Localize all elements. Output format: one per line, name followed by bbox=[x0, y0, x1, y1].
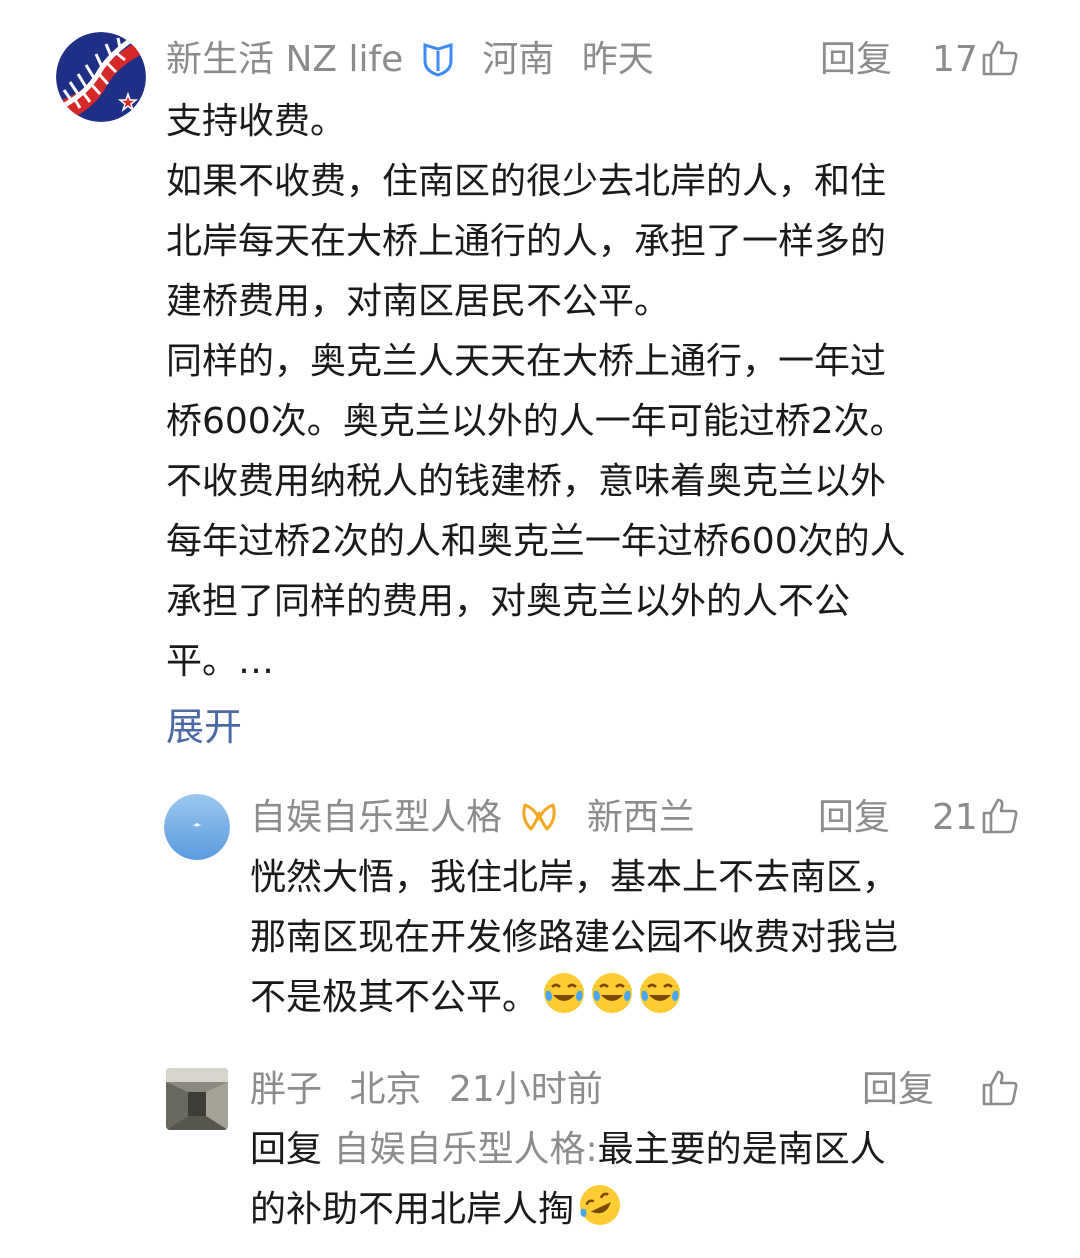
reply-body: 回复 自娱自乐型人格:最主要的是南区人 的补助不用北岸人掏 bbox=[250, 1120, 1050, 1240]
thumbs-up-icon bbox=[982, 1070, 1018, 1106]
reply-header: 胖子 北京 21小时前 bbox=[250, 1068, 603, 1112]
sky-bird-avatar-image bbox=[164, 794, 230, 860]
comment-body: 支持收费。 如果不收费，住南区的很少去北岸的人，和住 北岸每天在大桥上通行的人，… bbox=[166, 92, 1046, 692]
nz-flag-avatar-image bbox=[56, 32, 146, 122]
location: 河南 bbox=[482, 39, 555, 80]
reply-button[interactable]: 回复 bbox=[862, 1068, 934, 1112]
location: 新西兰 bbox=[586, 797, 695, 838]
like-count: 21 bbox=[932, 797, 978, 838]
thumbs-up-icon bbox=[982, 798, 1018, 834]
comment-line: 北岸每天在大桥上通行的人，承担了一样多的 bbox=[166, 221, 887, 262]
reply-header: 自娱自乐型人格 新西兰 bbox=[250, 796, 695, 846]
reply-line-with-emoji: 的补助不用北岸人掏 bbox=[250, 1180, 1050, 1240]
avatar[interactable] bbox=[164, 794, 230, 860]
avatar[interactable] bbox=[166, 1068, 228, 1130]
location: 北京 bbox=[349, 1069, 422, 1110]
like-count: 17 bbox=[932, 39, 978, 80]
like-button[interactable] bbox=[980, 796, 1020, 836]
timestamp: 21小时前 bbox=[448, 1069, 603, 1110]
reply-line: 回复 自娱自乐型人格:最主要的是南区人 bbox=[250, 1120, 1050, 1180]
comment-line: 承担了同样的费用，对奥克兰以外的人不公 bbox=[166, 581, 851, 622]
comment-line: 建桥费用，对南区居民不公平。 bbox=[166, 281, 671, 322]
avatar[interactable] bbox=[56, 32, 146, 122]
thumbs-up-icon bbox=[982, 40, 1018, 76]
rofl-emoji bbox=[578, 1183, 622, 1227]
username[interactable]: 胖子 bbox=[250, 1069, 322, 1110]
comment-line: 不收费用纳税人的钱建桥，意味着奥克兰以外 bbox=[166, 461, 887, 502]
comment-line: 每年过桥2次的人和奥克兰一年过桥600次的人 bbox=[166, 521, 906, 562]
comment-line: 平。… bbox=[166, 641, 275, 682]
expand-link[interactable]: 展开 bbox=[166, 702, 242, 752]
reply-line: 那南区现在开发修路建公园不收费对我岂 bbox=[250, 917, 899, 958]
laugh-cry-emoji bbox=[638, 971, 682, 1015]
reply-button[interactable]: 回复 bbox=[820, 38, 892, 82]
comment-line: 桥600次。奥克兰以外的人一年可能过桥2次。 bbox=[166, 401, 906, 442]
reply-line-text: 不是极其不公平。 bbox=[250, 977, 539, 1018]
comment-line: 如果不收费，住南区的很少去北岸的人，和住 bbox=[166, 161, 887, 202]
verified-shield-icon bbox=[421, 41, 455, 88]
reply-line: 恍然大悟，我住北岸，基本上不去南区， bbox=[250, 857, 899, 898]
laugh-cry-emoji bbox=[542, 971, 586, 1015]
reply-body: 恍然大悟，我住北岸，基本上不去南区， 那南区现在开发修路建公园不收费对我岂 不是… bbox=[250, 848, 1050, 1028]
reply-line-text: 最主要的是南区人 bbox=[597, 1129, 886, 1170]
reply-button[interactable]: 回复 bbox=[818, 796, 890, 840]
comment-line: 支持收费。 bbox=[166, 101, 347, 142]
username[interactable]: 自娱自乐型人格 bbox=[250, 797, 502, 838]
reply-line-with-emoji: 不是极其不公平。 bbox=[250, 968, 1050, 1028]
comment-line: 同样的，奥克兰人天天在大桥上通行，一年过 bbox=[166, 341, 887, 382]
mention-link[interactable]: 自娱自乐型人格: bbox=[333, 1129, 597, 1170]
laugh-cry-emoji bbox=[590, 971, 634, 1015]
like-button[interactable] bbox=[980, 1068, 1020, 1108]
comment-header: 新生活 NZ life 河南 昨天 bbox=[166, 38, 654, 88]
reply-prefix: 回复 bbox=[250, 1129, 323, 1170]
reply-line-text: 的补助不用北岸人掏 bbox=[250, 1189, 575, 1230]
like-button[interactable] bbox=[980, 38, 1020, 78]
timestamp: 昨天 bbox=[581, 39, 654, 80]
hallway-avatar-image bbox=[166, 1068, 228, 1130]
badge-icon bbox=[519, 799, 559, 846]
username[interactable]: 新生活 NZ life bbox=[166, 39, 403, 80]
